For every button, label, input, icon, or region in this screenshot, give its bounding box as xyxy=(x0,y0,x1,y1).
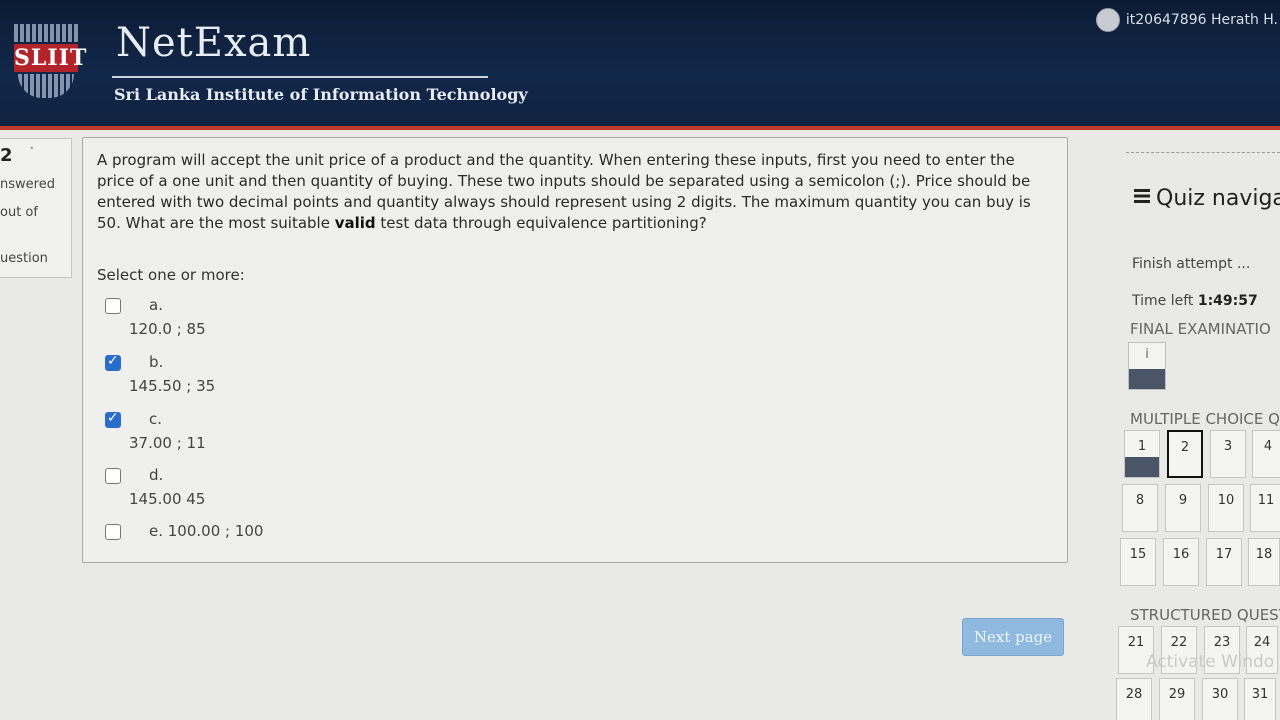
option-e-checkbox[interactable] xyxy=(105,524,121,540)
nav-question-29[interactable]: 29 xyxy=(1159,678,1195,720)
option-c-value: 37.00 ; 11 xyxy=(129,434,206,452)
nav-question-16[interactable]: 16 xyxy=(1163,538,1199,586)
dot-marker: · xyxy=(30,141,34,155)
nav-question-11[interactable]: 11 xyxy=(1250,484,1280,532)
logo-base-icon xyxy=(18,74,74,98)
nav-question-8[interactable]: 8 xyxy=(1122,484,1158,532)
option-a-value: 120.0 ; 85 xyxy=(129,320,206,338)
question-status: nswered xyxy=(0,177,55,192)
info-tile[interactable]: i xyxy=(1128,342,1166,390)
nav-question-18-label: 18 xyxy=(1255,547,1273,562)
question-marks: out of xyxy=(0,205,38,220)
nav-question-2[interactable]: 2 xyxy=(1167,430,1203,478)
time-left-label: Time left xyxy=(1132,293,1198,309)
nav-question-3-label: 3 xyxy=(1223,439,1233,454)
nav-question-28[interactable]: 28 xyxy=(1116,678,1152,720)
select-prompt: Select one or more: xyxy=(97,266,245,284)
option-e-letter: e. 100.00 ; 100 xyxy=(149,522,264,540)
nav-question-2-label: 2 xyxy=(1180,440,1190,455)
nav-question-1[interactable]: 1 xyxy=(1124,430,1160,478)
nav-question-17-label: 17 xyxy=(1215,547,1233,562)
nav-question-21-label: 21 xyxy=(1127,635,1145,650)
time-left: Time left 1:49:57 xyxy=(1132,293,1258,309)
nav-question-10[interactable]: 10 xyxy=(1208,484,1244,532)
quiz-navigation-label: Quiz naviga xyxy=(1156,186,1280,211)
nav-question-8-label: 8 xyxy=(1135,493,1145,508)
finish-attempt-link[interactable]: Finish attempt ... xyxy=(1132,256,1250,272)
nav-question-28-label: 28 xyxy=(1125,687,1143,702)
time-left-value: 1:49:57 xyxy=(1197,293,1258,309)
nav-question-18[interactable]: 18 xyxy=(1248,538,1280,586)
nav-question-15-label: 15 xyxy=(1129,547,1147,562)
nav-question-17[interactable]: 17 xyxy=(1206,538,1242,586)
logo-building-icon xyxy=(14,24,78,42)
option-c-letter: c. xyxy=(149,410,163,428)
info-tile-fill xyxy=(1129,369,1165,389)
app-title: NetExam xyxy=(116,20,312,66)
logo-text: SLIIT xyxy=(14,44,88,72)
user-name[interactable]: it20647896 Herath H. xyxy=(1126,12,1278,28)
nav-divider xyxy=(1126,152,1280,153)
nav-question-30-label: 30 xyxy=(1211,687,1229,702)
option-b-letter: b. xyxy=(149,353,164,371)
nav-question-31-label: 31 xyxy=(1251,687,1269,702)
flag-question-link[interactable]: uestion xyxy=(0,251,48,266)
option-a-letter: a. xyxy=(149,296,163,314)
section-structured: STRUCTURED QUESTI xyxy=(1130,606,1280,624)
question-info-panel: 2 · nswered out of uestion xyxy=(0,138,72,278)
nav-question-24-label: 24 xyxy=(1253,635,1271,650)
header-banner: SLIIT NetExam Sri Lanka Institute of Inf… xyxy=(0,0,1280,130)
nav-question-3[interactable]: 3 xyxy=(1210,430,1246,478)
option-b-value: 145.50 ; 35 xyxy=(129,377,216,395)
section-multiple-choice: MULTIPLE CHOICE Q xyxy=(1130,410,1280,428)
menu-icon xyxy=(1134,189,1150,203)
question-box: A program will accept the unit price of … xyxy=(82,137,1068,563)
nav-question-22-label: 22 xyxy=(1170,635,1188,650)
question-text-emphasis: valid xyxy=(334,214,376,232)
nav-question-4[interactable]: 4 xyxy=(1252,430,1280,478)
nav-question-1-label: 1 xyxy=(1137,439,1147,454)
activate-windows-watermark: Activate Windo xyxy=(1146,652,1275,672)
nav-question-10-label: 10 xyxy=(1217,493,1235,508)
question-text: A program will accept the unit price of … xyxy=(97,150,1041,234)
nav-question-1-fill xyxy=(1125,457,1159,477)
option-d-value: 145.00 45 xyxy=(129,490,206,508)
option-d-checkbox[interactable] xyxy=(105,468,121,484)
nav-question-9-label: 9 xyxy=(1178,493,1188,508)
next-page-button[interactable]: Next page xyxy=(962,618,1064,656)
info-tile-label: i xyxy=(1145,347,1149,362)
quiz-navigation-panel: Quiz naviga Finish attempt ... Time left… xyxy=(1116,148,1280,720)
question-text-end: test data through equivalence partitioni… xyxy=(375,214,707,232)
quiz-navigation-title: Quiz naviga xyxy=(1134,186,1280,211)
nav-question-4-label: 4 xyxy=(1263,439,1273,454)
sliit-logo: SLIIT xyxy=(14,24,88,100)
institute-name: Sri Lanka Institute of Information Techn… xyxy=(114,85,528,104)
nav-question-30[interactable]: 30 xyxy=(1202,678,1238,720)
option-a-checkbox[interactable] xyxy=(105,298,121,314)
question-number: 2 xyxy=(0,145,13,166)
nav-question-29-label: 29 xyxy=(1168,687,1186,702)
option-b-checkbox[interactable] xyxy=(105,353,121,371)
nav-question-31[interactable]: 31 xyxy=(1244,678,1276,720)
user-menu[interactable]: it20647896 Herath H. xyxy=(1095,8,1278,32)
nav-question-15[interactable]: 15 xyxy=(1120,538,1156,586)
avatar[interactable] xyxy=(1095,8,1120,32)
nav-question-16-label: 16 xyxy=(1172,547,1190,562)
option-c-checkbox[interactable] xyxy=(105,410,121,428)
option-d-letter: d. xyxy=(149,466,164,484)
nav-question-23-label: 23 xyxy=(1213,635,1231,650)
nav-question-9[interactable]: 9 xyxy=(1165,484,1201,532)
section-final-exam: FINAL EXAMINATIO xyxy=(1130,320,1271,338)
nav-question-11-label: 11 xyxy=(1257,493,1275,508)
title-divider xyxy=(112,76,488,78)
